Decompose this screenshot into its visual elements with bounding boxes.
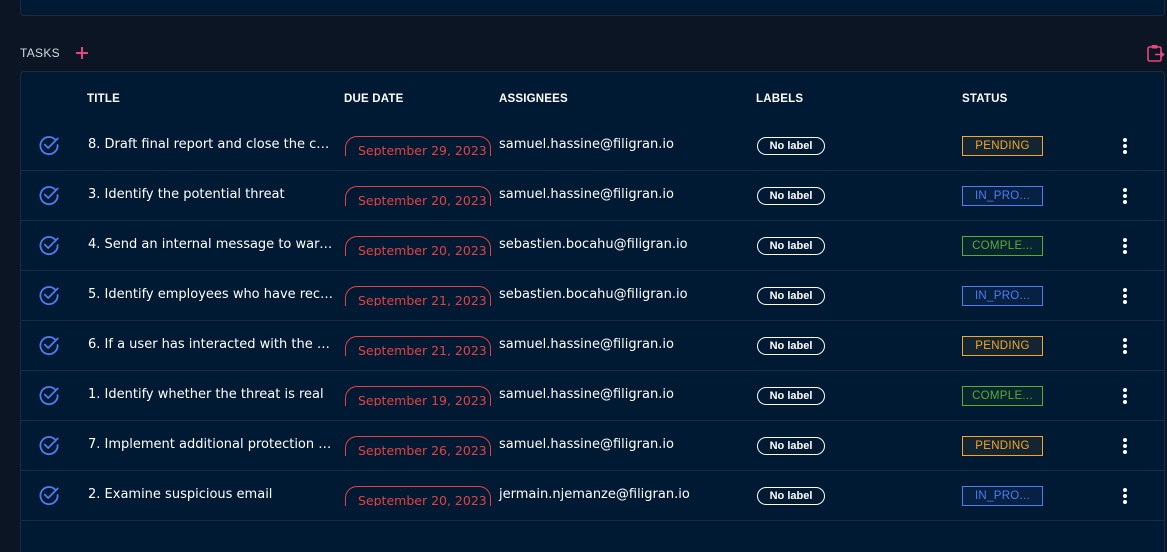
check-circle-icon[interactable] (38, 284, 60, 306)
more-vertical-icon[interactable] (1119, 486, 1131, 506)
due-date-chip: September 29, 2023 (345, 136, 491, 156)
check-circle-icon[interactable] (38, 234, 60, 256)
more-vertical-icon[interactable] (1119, 336, 1131, 356)
task-title: 6. If a user has interacted with the ema… (88, 337, 336, 352)
check-circle-icon[interactable] (38, 384, 60, 406)
column-header-due-date[interactable]: DUE DATE (344, 93, 404, 105)
table-row[interactable]: 3. Identify the potential threat Septembe… (21, 171, 1164, 221)
status-text: PENDING (975, 440, 1030, 452)
status-badge: COMPLE... (962, 386, 1043, 406)
status-text: IN_PRO... (974, 290, 1031, 302)
table-row[interactable]: 6. If a user has interacted with the ema… (21, 321, 1164, 371)
more-vertical-icon[interactable] (1119, 136, 1131, 156)
assignee: samuel.hassine@filigran.io (499, 137, 674, 152)
more-vertical-icon[interactable] (1119, 386, 1131, 406)
tasks-table: TITLE DUE DATE ASSIGNEES LABELS STATUS 8… (20, 71, 1165, 552)
assignee: samuel.hassine@filigran.io (499, 437, 674, 452)
label-chip: No label (757, 487, 825, 505)
label-chip: No label (757, 137, 825, 155)
status-text: IN_PRO... (974, 190, 1031, 202)
assignee: sebastien.bocahu@filigran.io (499, 237, 688, 252)
due-date-chip: September 19, 2023 (345, 386, 491, 406)
table-row[interactable]: 5. Identify employees who have received … (21, 271, 1164, 321)
label-chip: No label (757, 287, 825, 305)
status-badge: PENDING (962, 436, 1043, 456)
task-title: 3. Identify the potential threat (88, 187, 285, 202)
column-header-status[interactable]: STATUS (962, 93, 1008, 105)
due-date-chip: September 20, 2023 (345, 236, 491, 256)
task-title: 2. Examine suspicious email (88, 487, 273, 502)
due-date-chip: September 26, 2023 (345, 436, 491, 456)
label-chip: No label (757, 437, 825, 455)
due-date-chip: September 21, 2023 (345, 286, 491, 306)
status-text: IN_PRO... (974, 490, 1031, 502)
task-title: 1. Identify whether the threat is real (88, 387, 324, 402)
column-header-assignees[interactable]: ASSIGNEES (499, 93, 568, 105)
status-badge: PENDING (962, 136, 1043, 156)
assignee: jermain.njemanze@filigran.io (499, 487, 690, 502)
section-title: TASKS (20, 46, 60, 60)
check-circle-icon[interactable] (38, 484, 60, 506)
assignee: sebastien.bocahu@filigran.io (499, 287, 688, 302)
label-chip: No label (757, 237, 825, 255)
status-badge: IN_PRO... (962, 186, 1043, 206)
plus-icon[interactable] (74, 45, 90, 61)
column-header-title[interactable]: TITLE (87, 93, 120, 105)
check-circle-icon[interactable] (38, 334, 60, 356)
table-row[interactable]: 1. Identify whether the threat is real Se… (21, 371, 1164, 421)
status-text: PENDING (975, 140, 1030, 152)
label-chip: No label (757, 387, 825, 405)
assignee: samuel.hassine@filigran.io (499, 387, 674, 402)
status-badge: IN_PRO... (962, 486, 1043, 506)
assignee: samuel.hassine@filigran.io (499, 337, 674, 352)
table-row[interactable]: 7. Implement additional protection measu… (21, 421, 1164, 471)
more-vertical-icon[interactable] (1119, 436, 1131, 456)
status-badge: COMPLE... (962, 236, 1043, 256)
label-chip: No label (757, 187, 825, 205)
table-row[interactable]: 4. Send an internal message to warn all … (21, 221, 1164, 271)
top-panel (20, 0, 1165, 16)
due-date-chip: September 21, 2023 (345, 336, 491, 356)
status-badge: IN_PRO... (962, 286, 1043, 306)
label-chip: No label (757, 337, 825, 355)
task-title: 7. Implement additional protection measu… (88, 437, 336, 452)
check-circle-icon[interactable] (38, 134, 60, 156)
status-badge: PENDING (962, 336, 1043, 356)
more-vertical-icon[interactable] (1119, 186, 1131, 206)
task-title: 4. Send an internal message to warn all … (88, 237, 336, 252)
check-circle-icon[interactable] (38, 434, 60, 456)
status-text: PENDING (975, 340, 1030, 352)
column-header-labels[interactable]: LABELS (756, 93, 803, 105)
due-date-chip: September 20, 2023 (345, 186, 491, 206)
task-title: 5. Identify employees who have received … (88, 287, 336, 302)
due-date-chip: September 20, 2023 (345, 486, 491, 506)
status-text: COMPLE... (972, 390, 1033, 402)
clipboard-icon[interactable] (1145, 43, 1165, 63)
more-vertical-icon[interactable] (1119, 236, 1131, 256)
table-row[interactable]: 8. Draft final report and close the case… (21, 121, 1164, 171)
check-circle-icon[interactable] (38, 184, 60, 206)
task-title: 8. Draft final report and close the case (88, 137, 336, 152)
table-row[interactable]: 2. Examine suspicious email September 20,… (21, 471, 1164, 521)
assignee: samuel.hassine@filigran.io (499, 187, 674, 202)
status-text: COMPLE... (972, 240, 1033, 252)
more-vertical-icon[interactable] (1119, 286, 1131, 306)
tasks-header: TASKS (20, 44, 1165, 62)
